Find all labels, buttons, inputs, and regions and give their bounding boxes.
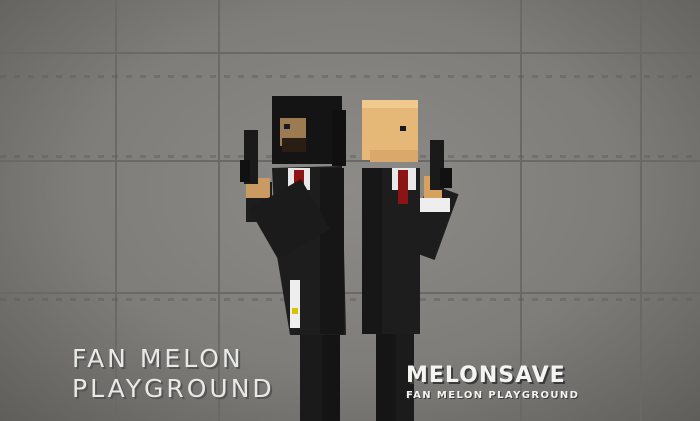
game-title: FAN MELON PLAYGROUND bbox=[72, 344, 275, 404]
game-title-line2: PLAYGROUND bbox=[72, 374, 275, 403]
pistol-icon bbox=[430, 140, 452, 190]
pistol-icon bbox=[240, 130, 258, 184]
brand-logo-name: MELONSAVE bbox=[406, 363, 566, 388]
game-scene: FAN MELON PLAYGROUND MELONSAVE FAN MELON… bbox=[0, 0, 700, 421]
game-title-line1: FAN MELON bbox=[72, 344, 244, 373]
brand-logo-subtitle: FAN MELON PLAYGROUND bbox=[406, 390, 580, 401]
